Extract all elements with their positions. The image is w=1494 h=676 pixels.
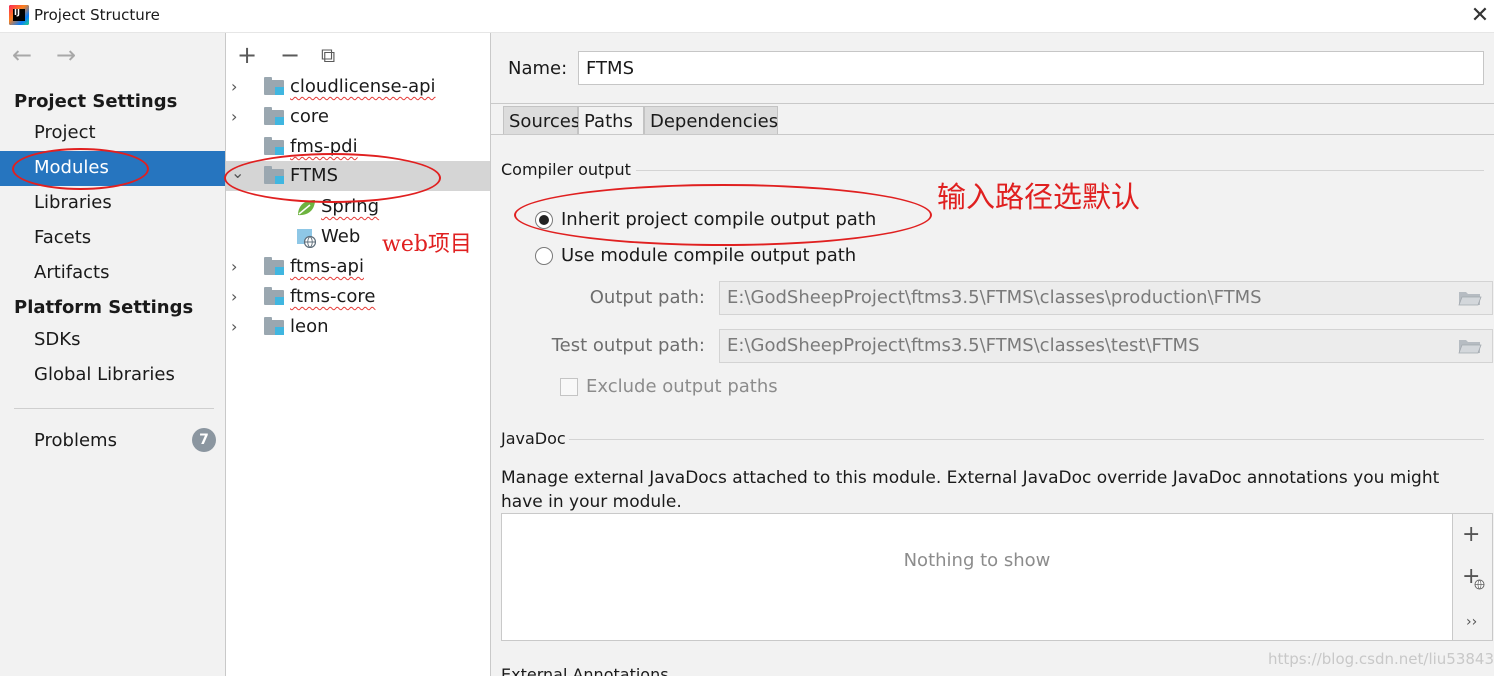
tree-item-core[interactable]: › core	[226, 102, 490, 132]
compiler-output-divider	[636, 170, 1484, 171]
inherit-output-radio[interactable]	[535, 211, 553, 229]
settings-sidebar: ← → Project Settings Project Modules Lib…	[0, 33, 226, 676]
browse-folder-icon[interactable]	[1458, 289, 1482, 307]
module-folder-icon	[264, 107, 284, 125]
problems-count-badge: 7	[192, 428, 216, 452]
add-module-button[interactable]: +	[237, 41, 257, 69]
tree-item-label: core	[290, 106, 329, 127]
tabs-top-divider	[491, 103, 1494, 104]
remove-module-button[interactable]: −	[280, 41, 300, 69]
output-path-label: Output path:	[589, 287, 705, 308]
test-output-path-field[interactable]: E:\GodSheepProject\ftms3.5\FTMS\classes\…	[719, 329, 1493, 363]
chevron-right-icon[interactable]: ›	[231, 312, 245, 342]
javadoc-divider	[569, 439, 1484, 440]
tab-dependencies[interactable]: Dependencies	[644, 106, 778, 135]
name-label: Name:	[508, 58, 568, 79]
exclude-output-label: Exclude output paths	[586, 376, 778, 397]
tree-item-ftms-core[interactable]: › ftms-core	[226, 282, 490, 312]
module-tree-panel: + − ⧉ › cloudlicense-api › core fms-pdi …	[226, 33, 491, 676]
javadoc-list[interactable]: Nothing to show	[501, 513, 1453, 641]
sidebar-item-facets[interactable]: Facets	[0, 221, 225, 256]
tree-item-label: cloudlicense-api	[290, 76, 436, 97]
module-folder-icon	[264, 257, 284, 275]
copy-module-button[interactable]: ⧉	[321, 43, 335, 67]
module-output-radio[interactable]	[535, 247, 553, 265]
tree-item-fms-pdi[interactable]: fms-pdi	[226, 132, 490, 162]
chevron-right-icon[interactable]: ›	[231, 102, 245, 132]
tree-item-label: ftms-api	[290, 256, 364, 277]
title-bar: IJ Project Structure ✕	[0, 0, 1494, 33]
annotation-default-path: 输入路径选默认	[937, 180, 1141, 214]
add-javadoc-url-button[interactable]: +	[1462, 564, 1485, 590]
tree-item-label: ftms-core	[290, 286, 376, 307]
forward-arrow-icon[interactable]: →	[56, 41, 76, 69]
sidebar-item-project[interactable]: Project	[0, 116, 225, 151]
browse-folder-icon[interactable]	[1458, 337, 1482, 355]
module-folder-icon	[264, 77, 284, 95]
chevron-down-icon[interactable]: ⌄	[231, 158, 245, 188]
spring-leaf-icon	[298, 200, 315, 216]
window-title: Project Structure	[34, 6, 160, 24]
compiler-output-title: Compiler output	[501, 160, 631, 179]
module-folder-icon	[264, 317, 284, 335]
back-arrow-icon[interactable]: ←	[12, 41, 32, 69]
platform-settings-header: Platform Settings	[14, 297, 194, 318]
intellij-app-icon: IJ	[9, 5, 29, 25]
add-javadoc-button[interactable]: +	[1462, 522, 1480, 547]
module-output-label[interactable]: Use module compile output path	[561, 245, 856, 266]
tree-item-spring-facet[interactable]: Spring	[226, 192, 490, 222]
tree-item-leon[interactable]: › leon	[226, 312, 490, 342]
sidebar-item-libraries[interactable]: Libraries	[0, 186, 225, 221]
module-folder-icon	[264, 287, 284, 305]
more-actions-icon[interactable]: ››	[1466, 614, 1477, 630]
module-folder-icon	[264, 137, 284, 155]
javadoc-description: Manage external JavaDocs attached to thi…	[501, 468, 1440, 512]
module-folder-icon	[264, 166, 284, 184]
chevron-right-icon[interactable]: ›	[231, 72, 245, 102]
tab-paths[interactable]: Paths	[578, 106, 644, 135]
javadoc-title: JavaDoc	[501, 429, 566, 448]
empty-list-message: Nothing to show	[903, 550, 1051, 571]
tabs-bottom-divider	[491, 134, 1494, 135]
tree-item-ftms[interactable]: ⌄ FTMS	[226, 161, 490, 191]
globe-icon	[1474, 579, 1485, 590]
sidebar-item-sdks[interactable]: SDKs	[0, 323, 225, 358]
sidebar-item-global-libraries[interactable]: Global Libraries	[0, 358, 225, 393]
project-settings-header: Project Settings	[14, 91, 178, 112]
tree-item-cloudlicense-api[interactable]: › cloudlicense-api	[226, 72, 490, 102]
tree-item-label: Web	[321, 226, 361, 247]
inherit-output-label[interactable]: Inherit project compile output path	[561, 209, 876, 230]
sidebar-item-artifacts[interactable]: Artifacts	[0, 256, 225, 291]
external-annotations-title: External Annotations	[501, 665, 669, 676]
annotation-web-project: web项目	[382, 232, 472, 257]
tab-sources[interactable]: Sources	[503, 106, 580, 135]
tree-item-label: leon	[290, 316, 329, 337]
chevron-right-icon[interactable]: ›	[231, 282, 245, 312]
web-facet-icon	[297, 229, 316, 248]
output-path-field[interactable]: E:\GodSheepProject\ftms3.5\FTMS\classes\…	[719, 281, 1493, 315]
close-window-button[interactable]: ✕	[1466, 2, 1494, 30]
tree-item-label: FTMS	[290, 165, 338, 186]
exclude-output-checkbox[interactable]	[560, 378, 578, 396]
chevron-right-icon[interactable]: ›	[231, 252, 245, 282]
watermark: https://blog.csdn.net/liu538430	[1268, 650, 1494, 668]
module-name-input[interactable]	[578, 51, 1484, 85]
sidebar-divider	[14, 408, 214, 409]
sidebar-item-modules[interactable]: Modules	[0, 151, 225, 186]
javadoc-toolbar: + + ››	[1453, 513, 1493, 641]
tree-item-label: fms-pdi	[290, 136, 358, 157]
module-settings-panel: Name: Sources Paths Dependencies Compile…	[491, 33, 1494, 676]
tree-item-label: Spring	[321, 196, 380, 217]
test-output-path-label: Test output path:	[551, 335, 705, 356]
